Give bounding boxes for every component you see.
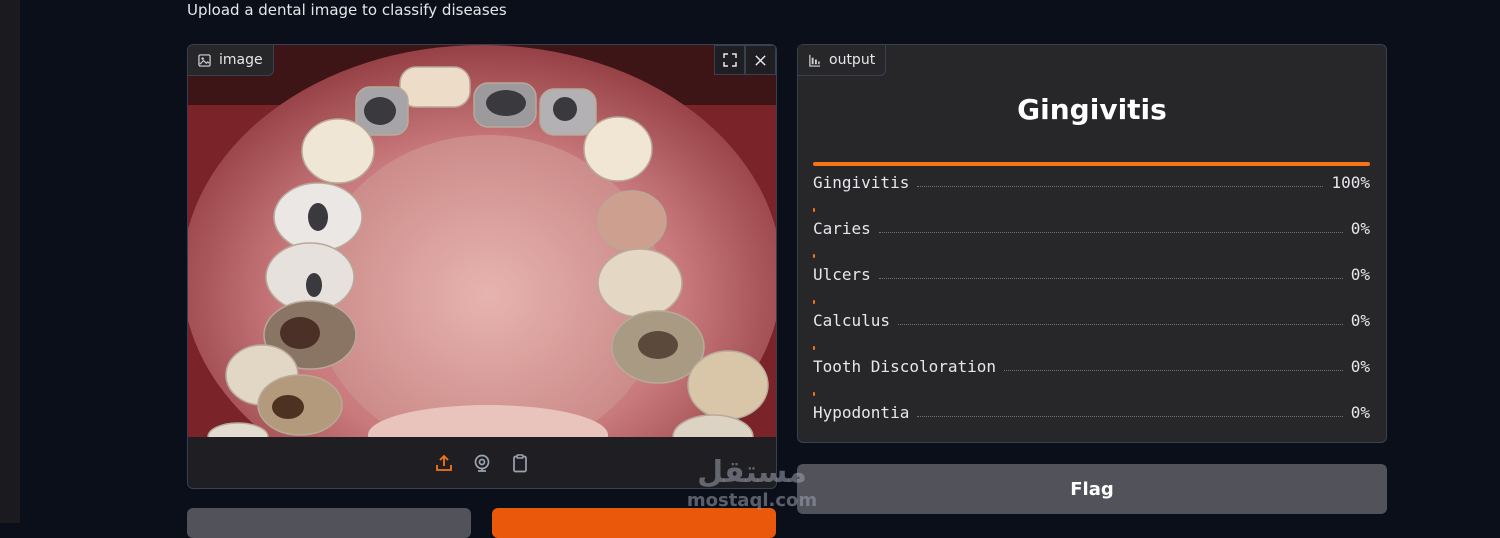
confidence-bar <box>813 254 1370 258</box>
confidence-bar-fill <box>813 346 815 350</box>
fullscreen-icon[interactable] <box>714 45 745 75</box>
confidence-bar <box>813 162 1370 166</box>
confidence-label: Ulcers <box>813 265 871 284</box>
confidence-value: 100% <box>1331 173 1370 192</box>
confidence-bar <box>813 300 1370 304</box>
confidence-row[interactable]: Gingivitis 100% <box>813 162 1370 208</box>
confidence-row[interactable]: Tooth Discoloration 0% <box>813 346 1370 392</box>
confidence-value: 0% <box>1350 403 1370 422</box>
upload-icon[interactable] <box>433 452 455 474</box>
confidence-bar <box>813 208 1370 212</box>
output-label: output <box>798 45 887 76</box>
confidence-label: Hypodontia <box>813 403 910 422</box>
confidence-value: 0% <box>1350 311 1370 330</box>
confidence-bar-fill <box>813 162 1370 166</box>
confidence-label: Caries <box>813 219 871 238</box>
left-gutter <box>0 0 20 523</box>
output-panel: output Gingivitis Gingivitis 100% Caries 0… <box>797 44 1387 443</box>
image-icon <box>198 53 211 67</box>
image-input-label-text: image <box>219 52 263 68</box>
output-label-text: output <box>829 52 876 68</box>
confidence-label: Tooth Discoloration <box>813 357 997 376</box>
confidence-value: 0% <box>1350 265 1370 284</box>
confidence-label: Gingivitis <box>813 173 910 192</box>
svg-text:mostaql.com: mostaql.com <box>687 490 817 511</box>
mostaql-watermark-logo: مستقل mostaql.com <box>687 455 817 511</box>
webcam-icon[interactable] <box>471 452 493 474</box>
flag-button[interactable]: Flag <box>797 464 1387 514</box>
app-description: Upload a dental image to classify diseas… <box>187 1 507 19</box>
confidence-list: Gingivitis 100% Caries 0% Ulcers 0% Calculu… <box>813 162 1370 438</box>
confidence-label: Calculus <box>813 311 891 330</box>
clear-button[interactable] <box>187 508 471 538</box>
confidence-value: 0% <box>1350 219 1370 238</box>
close-icon[interactable] <box>745 45 776 75</box>
predicted-label: Gingivitis <box>1017 93 1167 126</box>
confidence-row[interactable]: Hypodontia 0% <box>813 392 1370 438</box>
dental-photo <box>188 45 776 437</box>
confidence-bar-fill <box>813 208 815 212</box>
image-corner-controls <box>714 45 776 75</box>
confidence-row[interactable]: Caries 0% <box>813 208 1370 254</box>
confidence-bar-fill <box>813 254 815 258</box>
image-input-label: image <box>188 45 274 76</box>
confidence-bar <box>813 346 1370 350</box>
confidence-bar-fill <box>813 392 815 396</box>
confidence-row[interactable]: Calculus 0% <box>813 300 1370 346</box>
bar-chart-icon <box>808 54 821 67</box>
clipboard-icon[interactable] <box>509 452 531 474</box>
submit-button[interactable] <box>492 508 776 538</box>
confidence-row[interactable]: Ulcers 0% <box>813 254 1370 300</box>
confidence-bar-fill <box>813 300 815 304</box>
image-input-panel[interactable]: image <box>187 44 777 489</box>
confidence-value: 0% <box>1350 357 1370 376</box>
confidence-bar <box>813 392 1370 396</box>
svg-text:مستقل: مستقل <box>697 455 807 490</box>
